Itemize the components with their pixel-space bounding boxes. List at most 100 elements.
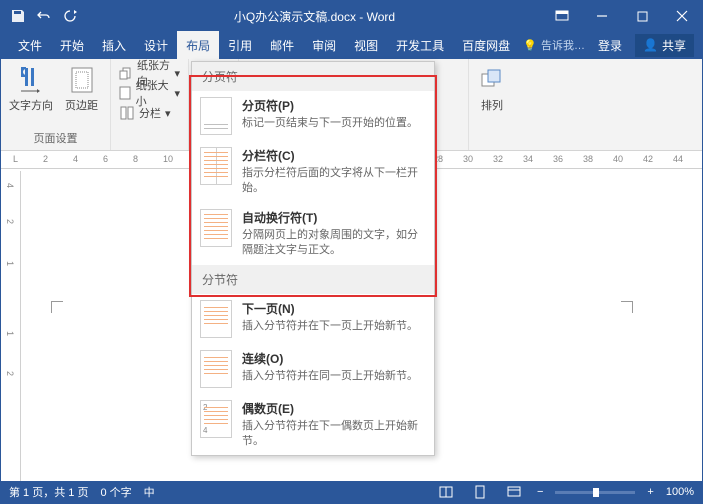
arrange-button[interactable]: 排列 bbox=[473, 63, 511, 115]
orientation-icon bbox=[119, 65, 133, 81]
break-title: 分页符(P) bbox=[242, 97, 426, 114]
signin-link[interactable]: 登录 bbox=[589, 31, 631, 59]
break-title: 偶数页(E) bbox=[242, 400, 426, 417]
columns-icon bbox=[119, 105, 135, 121]
chevron-down-icon: ▾ bbox=[174, 67, 180, 80]
view-web-icon[interactable] bbox=[503, 483, 525, 501]
view-print-icon[interactable] bbox=[469, 483, 491, 501]
break-desc: 标记一页结束与下一页开始的位置。 bbox=[242, 116, 426, 131]
break-title: 下一页(N) bbox=[242, 300, 426, 317]
ruler-mark: 1 bbox=[5, 331, 15, 336]
view-read-icon[interactable] bbox=[435, 483, 457, 501]
text-direction-button[interactable]: 文字方向 bbox=[5, 63, 57, 115]
ruler-mark: L bbox=[13, 154, 18, 164]
page-corner-tl bbox=[51, 301, 63, 313]
ruler-mark: 36 bbox=[553, 154, 563, 164]
ruler-mark: 2 bbox=[5, 219, 15, 224]
ruler-mark: 2 bbox=[5, 371, 15, 376]
text-direction-icon bbox=[16, 65, 46, 95]
break-desc: 插入分节符并在下一页上开始新节。 bbox=[242, 319, 426, 334]
tab-insert[interactable]: 插入 bbox=[93, 31, 135, 59]
size-icon bbox=[119, 85, 132, 101]
break-option[interactable]: 24偶数页(E)插入分节符并在下一偶数页上开始新节。 bbox=[192, 394, 434, 456]
tab-file[interactable]: 文件 bbox=[9, 31, 51, 59]
window-title: 小Q办公演示文稿.docx - Word bbox=[87, 8, 542, 25]
break-thumb-icon bbox=[200, 97, 232, 135]
margins-button[interactable]: 页边距 bbox=[61, 63, 102, 115]
page-corner-tr bbox=[621, 301, 633, 313]
share-button[interactable]: 👤共享 bbox=[635, 34, 694, 57]
tell-me[interactable]: 💡告诉我… bbox=[523, 37, 585, 53]
break-option[interactable]: 下一页(N) 插入分节符并在下一页上开始新节。 bbox=[192, 294, 434, 344]
chevron-down-icon: ▾ bbox=[174, 87, 180, 100]
zoom-out-icon[interactable]: − bbox=[537, 486, 543, 498]
zoom-level[interactable]: 100% bbox=[666, 486, 694, 498]
break-option[interactable]: 自动换行符(T) 分隔网页上的对象周围的文字，如分隔题注文字与正文。 bbox=[192, 203, 434, 265]
tab-mailings[interactable]: 邮件 bbox=[261, 31, 303, 59]
ribbon-opts-icon[interactable] bbox=[542, 1, 582, 31]
arrange-icon bbox=[477, 65, 507, 95]
zoom-slider[interactable] bbox=[555, 491, 635, 494]
break-thumb-icon bbox=[200, 300, 232, 338]
dd-section-pagebreaks: 分页符 bbox=[192, 62, 434, 91]
tab-home[interactable]: 开始 bbox=[51, 31, 93, 59]
break-title: 连续(O) bbox=[242, 350, 426, 367]
vertical-ruler[interactable]: 4 2 1 1 2 bbox=[1, 171, 21, 481]
break-option[interactable]: 分栏符(C) 指示分栏符后面的文字将从下一栏开始。 bbox=[192, 141, 434, 203]
size-button[interactable]: 纸张大小▾ bbox=[115, 83, 184, 103]
margins-label: 页边距 bbox=[65, 97, 98, 113]
status-page[interactable]: 第 1 页，共 1 页 bbox=[9, 484, 88, 500]
person-icon: 👤 bbox=[643, 38, 658, 52]
break-thumb-icon bbox=[200, 350, 232, 388]
break-option[interactable]: 连续(O) 插入分节符并在同一页上开始新节。 bbox=[192, 344, 434, 394]
close-icon[interactable] bbox=[662, 1, 702, 31]
ruler-mark: 40 bbox=[613, 154, 623, 164]
ruler-mark: 6 bbox=[103, 154, 108, 164]
ruler-mark: 10 bbox=[163, 154, 173, 164]
maximize-icon[interactable] bbox=[622, 1, 662, 31]
status-words[interactable]: 0 个字 bbox=[100, 484, 131, 500]
tab-review[interactable]: 审阅 bbox=[303, 31, 345, 59]
ruler-mark: 30 bbox=[463, 154, 473, 164]
ruler-mark: 34 bbox=[523, 154, 533, 164]
status-lang[interactable]: 中 bbox=[144, 484, 155, 500]
break-thumb-icon bbox=[200, 147, 232, 185]
tab-devtools[interactable]: 开发工具 bbox=[387, 31, 453, 59]
tab-layout[interactable]: 布局 bbox=[177, 31, 219, 59]
break-thumb-icon bbox=[200, 209, 232, 247]
columns-label: 分栏 bbox=[139, 105, 161, 121]
text-direction-label: 文字方向 bbox=[9, 97, 53, 113]
break-desc: 分隔网页上的对象周围的文字，如分隔题注文字与正文。 bbox=[242, 228, 426, 259]
tab-design[interactable]: 设计 bbox=[135, 31, 177, 59]
ruler-mark: 42 bbox=[643, 154, 653, 164]
breaks-dropdown: 分页符 分页符(P) 标记一页结束与下一页开始的位置。分栏符(C) 指示分栏符后面的… bbox=[191, 61, 435, 456]
ruler-mark: 32 bbox=[493, 154, 503, 164]
break-option[interactable]: 分页符(P) 标记一页结束与下一页开始的位置。 bbox=[192, 91, 434, 141]
break-title: 分栏符(C) bbox=[242, 147, 426, 164]
group-pagesetup-label: 页面设置 bbox=[5, 128, 106, 148]
bulb-icon: 💡 bbox=[523, 39, 537, 52]
undo-icon[interactable] bbox=[33, 5, 55, 27]
ruler-mark: 8 bbox=[133, 154, 138, 164]
arrange-label: 排列 bbox=[481, 97, 503, 113]
dd-section-sectionbreaks: 分节符 bbox=[192, 265, 434, 294]
zoom-in-icon[interactable]: + bbox=[647, 486, 653, 498]
ruler-mark: 4 bbox=[5, 183, 15, 188]
tab-baidu[interactable]: 百度网盘 bbox=[453, 31, 519, 59]
ruler-mark: 1 bbox=[5, 261, 15, 266]
break-desc: 插入分节符并在同一页上开始新节。 bbox=[242, 369, 426, 384]
minimize-icon[interactable] bbox=[582, 1, 622, 31]
redo-icon[interactable] bbox=[59, 5, 81, 27]
tab-view[interactable]: 视图 bbox=[345, 31, 387, 59]
margins-icon bbox=[67, 65, 97, 95]
ruler-mark: 4 bbox=[73, 154, 78, 164]
ruler-mark: 44 bbox=[673, 154, 683, 164]
save-icon[interactable] bbox=[7, 5, 29, 27]
tab-references[interactable]: 引用 bbox=[219, 31, 261, 59]
ruler-mark: 38 bbox=[583, 154, 593, 164]
break-desc: 插入分节符并在下一偶数页上开始新节。 bbox=[242, 419, 426, 450]
break-desc: 指示分栏符后面的文字将从下一栏开始。 bbox=[242, 166, 426, 197]
columns-button[interactable]: 分栏▾ bbox=[115, 103, 184, 123]
ruler-mark: 2 bbox=[43, 154, 48, 164]
break-title: 自动换行符(T) bbox=[242, 209, 426, 226]
